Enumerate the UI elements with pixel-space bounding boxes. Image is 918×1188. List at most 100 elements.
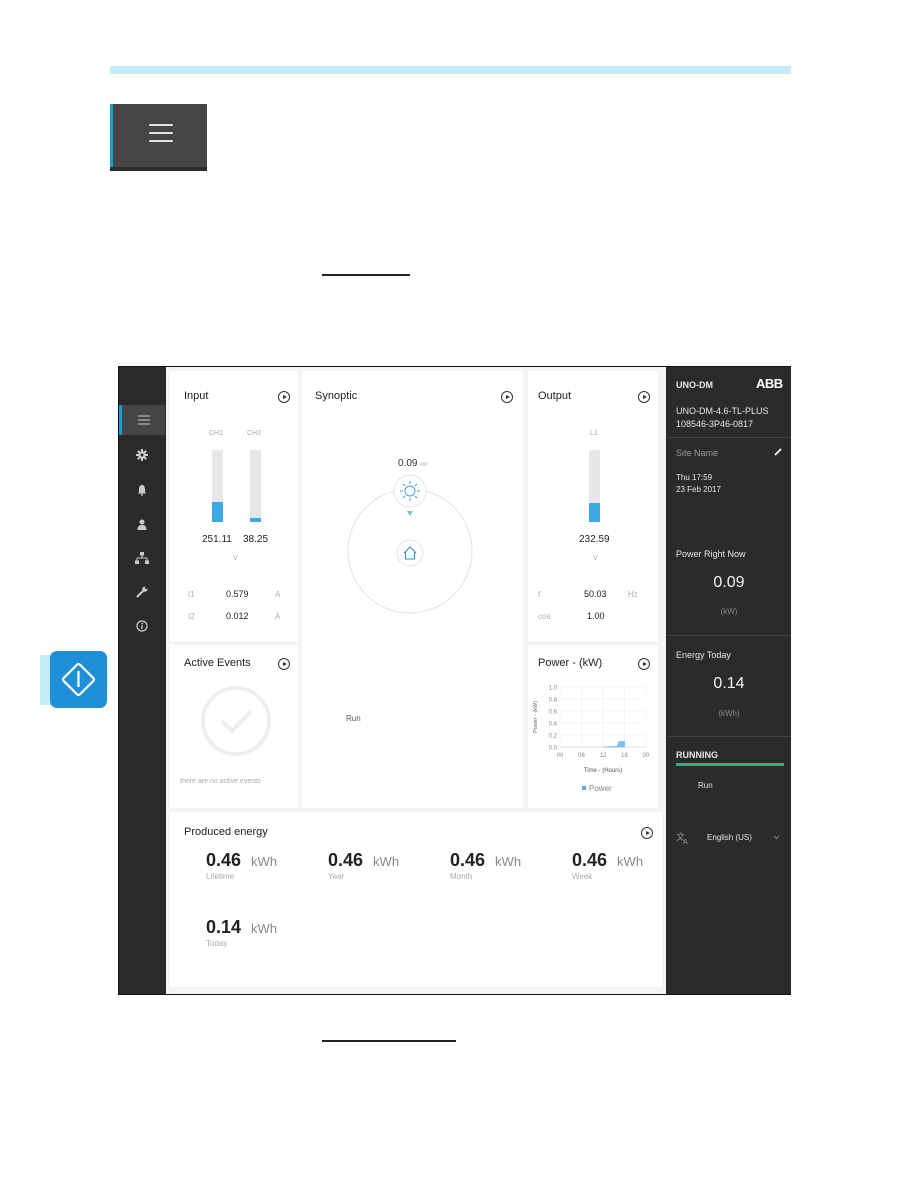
energy-month: 0.46 kWh Month [450, 850, 522, 881]
translate-icon: 文 A [676, 831, 688, 844]
x-tick-label: 00 [643, 753, 650, 759]
y-tick-label: 0.4 [549, 722, 558, 728]
site-name: Site Name [676, 448, 719, 458]
gear-icon [136, 449, 148, 461]
energy-today-value: 0.14 [713, 675, 745, 692]
nav-item-network[interactable] [119, 543, 165, 573]
dashboard-main: Input CH1 CH2 251.11 38.25 V I1 0.579 A … [166, 367, 666, 994]
ch2-label: CH2 [247, 430, 262, 437]
input-card: Input CH1 CH2 251.11 38.25 V I1 0.579 A … [170, 371, 298, 641]
freq-label: f [538, 590, 541, 599]
power-chart-card: Power - (kW) 0.0 0.2 0.4 0.6 0.8 1.0 00 06 12 18 0… [528, 645, 658, 808]
legend-label: Power [589, 784, 612, 793]
abb-logo: ABB [756, 376, 783, 391]
date: 23 Feb 2017 [676, 485, 721, 494]
page-header-band [110, 66, 791, 74]
x-tick-label: 00 [557, 753, 564, 759]
status-label: RUNNING [676, 750, 718, 760]
sidebar-nav [119, 367, 165, 994]
x-tick-label: 18 [621, 753, 628, 759]
synoptic-status: Run [346, 714, 361, 723]
ch1-label: CH1 [209, 430, 224, 437]
series-area-power [602, 741, 625, 748]
y-tick-label: 0.6 [549, 710, 558, 716]
arrow-right-circle-icon[interactable] [638, 391, 650, 403]
output-card: Output L1 232.59 V f 50.03 Hz cos 1.00 [528, 371, 658, 641]
energy-today: 0.14 kWh Today [206, 917, 278, 948]
no-events-text: there are no active events [180, 778, 261, 785]
status-panel: UNO-DM ABB UNO-DM-4.6-TL-PLUS 108546-3P4… [667, 367, 791, 994]
power-button-callout [40, 651, 107, 708]
phase-label: L1 [590, 430, 598, 437]
y-tick-label: 0.0 [549, 746, 558, 752]
nav-item-settings[interactable] [119, 440, 165, 470]
edit-pencil-icon[interactable] [774, 448, 782, 456]
status-detail: Run [698, 781, 713, 790]
chevron-down-icon[interactable] [773, 835, 780, 840]
freq-unit: Hz [628, 590, 638, 599]
home-icon[interactable] [396, 539, 424, 567]
synoptic-title: Synoptic [315, 390, 358, 402]
active-events-title: Active Events [184, 657, 251, 669]
power-now-unit: (kW) [720, 607, 738, 616]
i1-unit: A [275, 590, 281, 599]
day-time: Thu 17:59 [676, 473, 713, 482]
synoptic-card: Synoptic 0.09 kW Run [302, 371, 523, 808]
input-voltage-unit: V [233, 555, 238, 562]
menu-button-callout [110, 104, 207, 171]
y-tick-label: 0.8 [549, 698, 558, 704]
app-window: Input CH1 CH2 251.11 38.25 V I1 0.579 A … [118, 366, 791, 995]
input-title: Input [184, 390, 209, 402]
output-level-bar [589, 450, 600, 522]
i1-label: I1 [188, 590, 195, 599]
text-underline [322, 274, 410, 276]
power-chart: 0.0 0.2 0.4 0.6 0.8 1.0 00 06 12 18 00 Power - (kW)… [533, 686, 650, 794]
legend-swatch [582, 786, 586, 790]
energy-week: 0.46 kWh Week [572, 850, 644, 881]
device-name: UNO-DM [676, 380, 713, 390]
info-icon [136, 620, 148, 632]
user-icon [137, 519, 147, 530]
nav-item-alarms[interactable] [119, 475, 165, 505]
i2-label: I2 [188, 612, 195, 621]
nav-item-dashboard[interactable] [119, 405, 165, 435]
x-axis-label: Time - (Hours) [584, 768, 622, 774]
status-bar [676, 763, 784, 766]
arrow-right-circle-icon[interactable] [638, 658, 650, 670]
produced-energy-card: Produced energy 0.46 kWh Lifetime 0.46 kWh… [170, 812, 662, 987]
sun-icon[interactable] [393, 475, 427, 508]
y-tick-label: 0.2 [549, 734, 558, 740]
i2-unit: A [275, 612, 281, 621]
nav-item-user[interactable] [119, 509, 165, 539]
x-tick-label: 12 [600, 753, 607, 759]
y-tick-label: 1.0 [549, 686, 558, 692]
arrow-right-circle-icon[interactable] [278, 658, 290, 670]
hamburger-menu-icon [137, 415, 150, 425]
output-title: Output [538, 390, 572, 402]
energy-today-unit: (kWh) [718, 709, 740, 718]
ch1-voltage: 251.11 [202, 534, 232, 545]
cos-value: 1.00 [587, 611, 605, 621]
check-circle-icon [201, 686, 271, 756]
freq-value: 50.03 [584, 589, 607, 599]
energy-lifetime: 0.46 kWh Lifetime [206, 850, 278, 881]
power-chart-title: Power - (kW) [538, 657, 603, 669]
ch2-voltage: 38.25 [243, 534, 269, 545]
arrow-right-circle-icon[interactable] [501, 391, 513, 403]
nav-item-info[interactable] [119, 611, 165, 641]
i2-value: 0.012 [226, 611, 249, 621]
language-select[interactable]: English (US) [707, 833, 752, 842]
nav-item-tools[interactable] [119, 577, 165, 607]
hamburger-menu-icon [149, 124, 173, 148]
i1-value: 0.579 [226, 589, 249, 599]
active-events-card: Active Events there are no active events [170, 645, 298, 808]
wrench-icon [136, 586, 148, 598]
ch1-level-bar [212, 450, 223, 522]
cos-label: cos [538, 612, 551, 621]
arrow-right-circle-icon[interactable] [278, 391, 290, 403]
device-model: UNO-DM-4.6-TL-PLUS [676, 406, 769, 416]
bell-icon [138, 485, 146, 496]
svg-text:A: A [683, 838, 688, 844]
produced-energy-title: Produced energy [184, 826, 268, 838]
arrow-right-circle-icon[interactable] [641, 827, 653, 839]
